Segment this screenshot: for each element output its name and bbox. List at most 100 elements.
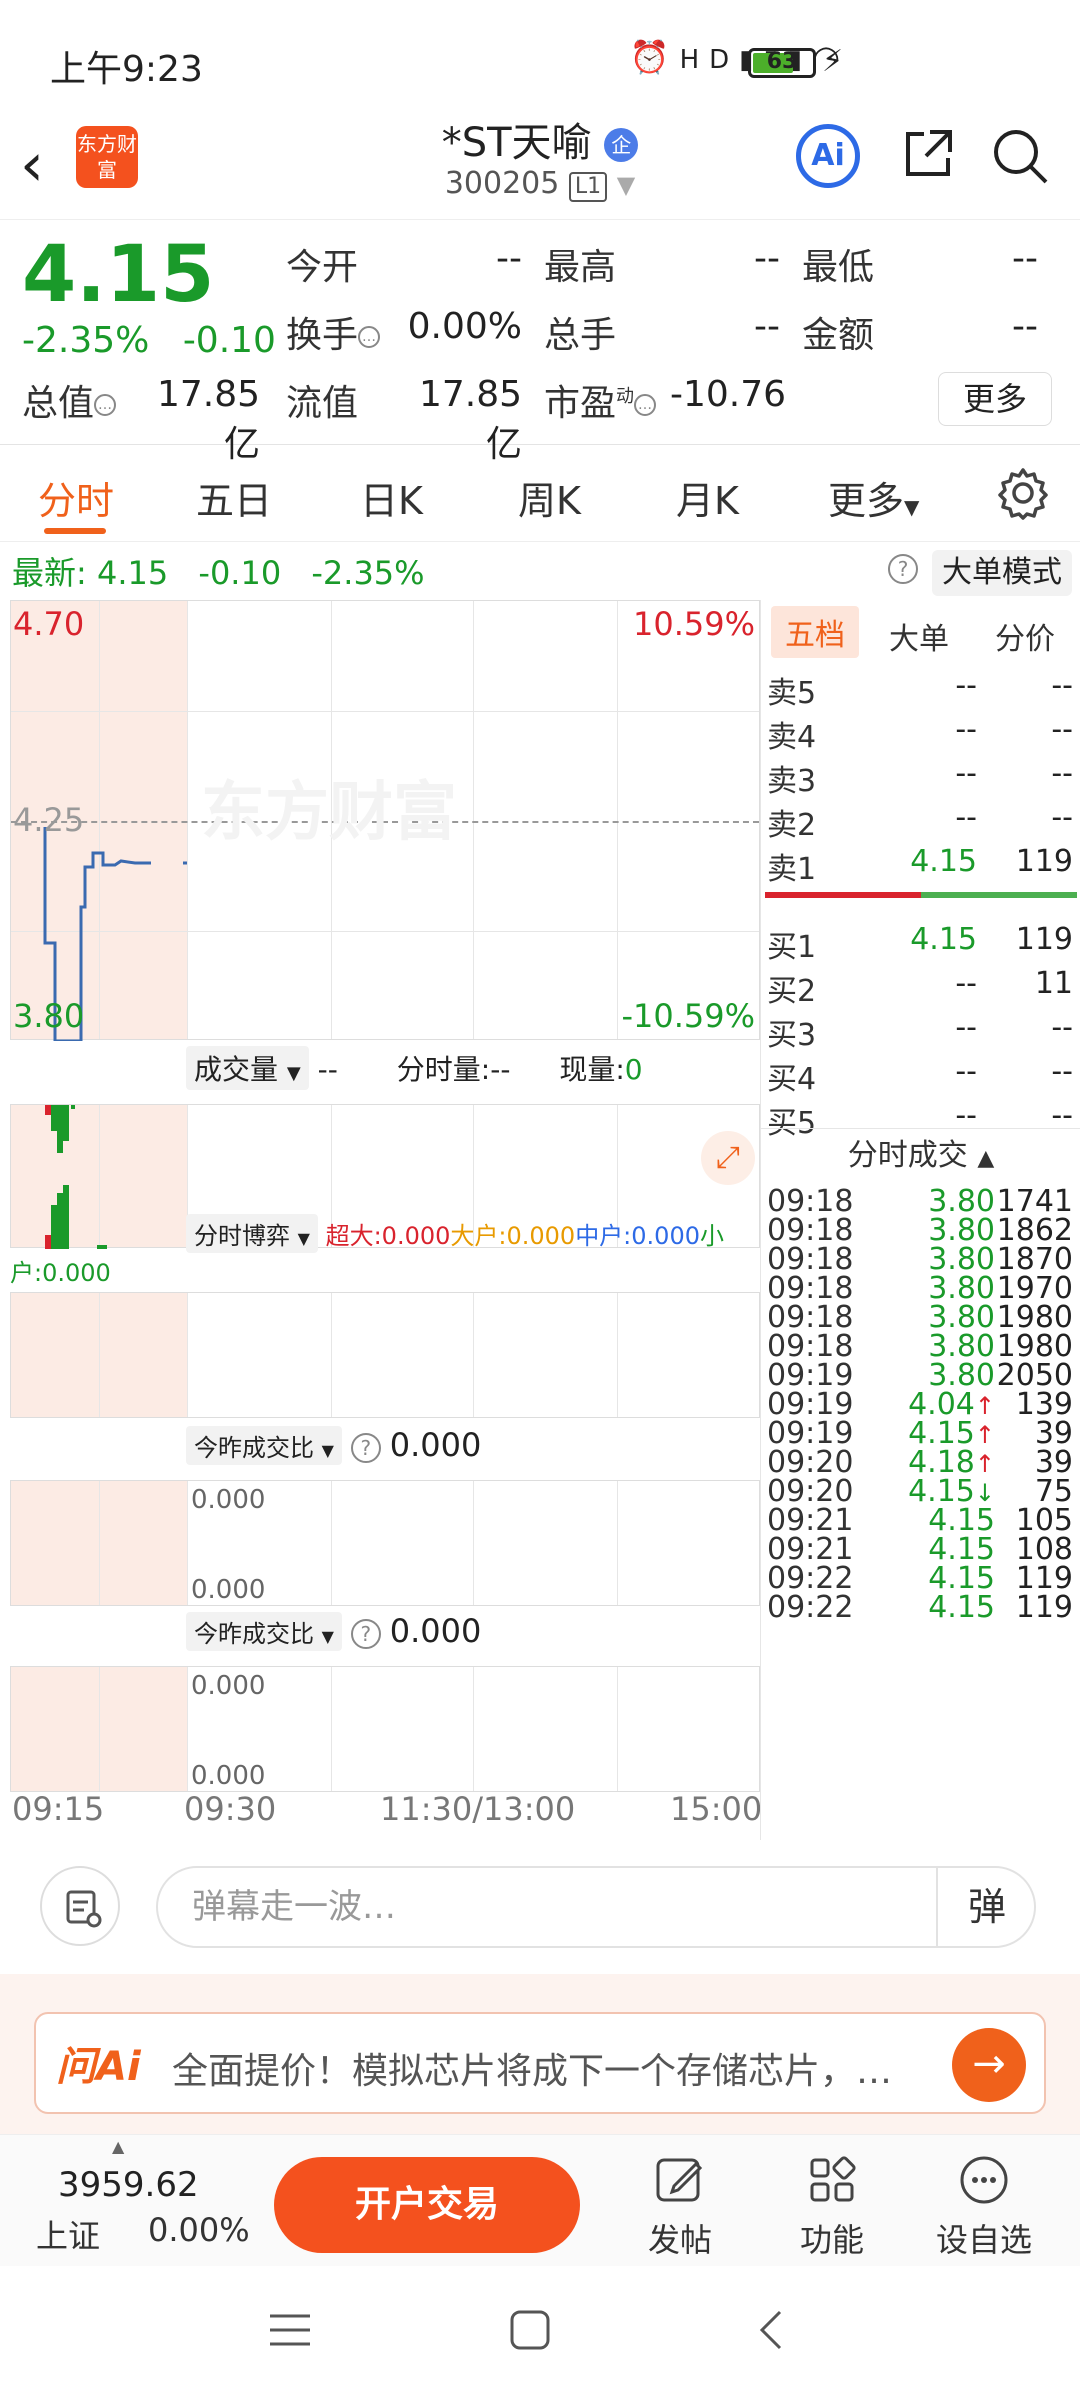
order-book: 五档 大单 分价 卖5 -- -- 卖4 -- -- 卖3 -- -- 卖2 -- -- 卖1 4.15 1… [760, 600, 1080, 1840]
arrow-right-icon[interactable]: → [952, 2028, 1026, 2102]
volume-value: -- [754, 306, 780, 347]
ratio1-panel[interactable]: 0.000 0.000 [10, 1480, 760, 1606]
bid-level-row[interactable]: 买3 -- -- [767, 1010, 1073, 1054]
change-amount: -0.10 [182, 320, 276, 361]
trades-title[interactable]: 分时成交 ▲ [761, 1130, 1080, 1174]
help-icon[interactable]: ? [888, 554, 918, 584]
pct-top-label: 10.59% [632, 605, 755, 643]
trade-row: 09:20 4.18↑ 39 [767, 1445, 1073, 1480]
open-value: -- [496, 238, 522, 279]
notes-icon[interactable] [40, 1866, 120, 1946]
bid-level-row[interactable]: 买1 4.15 119 [767, 922, 1073, 966]
ask-level-row[interactable]: 卖1 4.15 119 [767, 844, 1073, 888]
tab-monthly-k[interactable]: 月K [676, 470, 739, 525]
stock-code: 300205 [444, 166, 560, 201]
info-icon[interactable]: … [358, 326, 381, 348]
intraday-chart-area[interactable]: 东方财富 4.70 4.25 3.80 10.59% -10.59% 成交量 ▼… [10, 600, 760, 1840]
bid-level-label: 买3 [767, 1018, 817, 1053]
more-quote-button[interactable]: 更多 [938, 372, 1052, 426]
game-dropdown[interactable]: 分时博弈 ▼ [186, 1214, 318, 1253]
index-name[interactable]: 上证 [36, 2211, 100, 2257]
float-label: 流值 [286, 383, 359, 424]
price-panel[interactable]: 东方财富 4.70 4.25 3.80 10.59% -10.59% [10, 600, 760, 1041]
index-value[interactable]: 3959.62 [58, 2165, 199, 2205]
open-account-trade-button[interactable]: 开户交易 [274, 2157, 580, 2253]
info-icon[interactable]: … [94, 394, 117, 416]
ratio2-dropdown[interactable]: 今昨成交比 ▼ [186, 1612, 342, 1651]
tab-big-orders[interactable]: 大单 [889, 614, 949, 658]
tab-weekly-k[interactable]: 周K [518, 470, 581, 525]
big-order-mode-button[interactable]: 大单模式 [932, 550, 1072, 596]
info-icon[interactable]: … [634, 394, 657, 416]
chevron-down-icon: ▼ [321, 1627, 334, 1646]
ai-promo-box[interactable]: 问Ai 全面提价！模拟芯片将成下一个存储芯片，… → [34, 2012, 1046, 2114]
ratio1-top-label: 0.000 [191, 1485, 266, 1515]
quote-panel: 4.15 -2.35% -0.10 今开 -- 最高 -- 最低 -- 换手… … [0, 220, 1080, 465]
open-label: 今开 [286, 247, 359, 288]
chevron-down-icon: ▼ [286, 1063, 301, 1084]
stock-title-text: *ST天喻 [441, 120, 592, 166]
share-icon[interactable] [900, 126, 956, 182]
trade-row: 09:18 3.80 1741 [767, 1184, 1073, 1219]
battery-level: 63 [766, 49, 798, 74]
tab-price-distribution[interactable]: 分价 [995, 614, 1055, 658]
ai-promo-text: 全面提价！模拟芯片将成下一个存储芯片，… [172, 2051, 893, 2092]
help-icon[interactable]: ? [350, 1433, 381, 1463]
tab-five-levels[interactable]: 五档 [771, 606, 859, 658]
change-pct: -2.35% [22, 320, 150, 361]
menu-icon[interactable] [268, 2310, 312, 2350]
trade-price: 4.15 [928, 1590, 995, 1625]
trade-row: 09:19 3.80 2050 [767, 1358, 1073, 1393]
turnover-label: 换手… [286, 306, 381, 358]
expand-icon[interactable]: ⤢ [701, 1131, 755, 1185]
system-nav-bar [0, 2266, 1080, 2400]
home-icon[interactable] [508, 2308, 552, 2352]
game-panel[interactable] [10, 1292, 760, 1418]
volume-label: 总手 [544, 315, 617, 356]
charging-icon: ⚡ [822, 44, 844, 79]
ai-button[interactable]: Ai [796, 124, 860, 188]
bid-level-row[interactable]: 买4 -- -- [767, 1054, 1073, 1098]
back-icon[interactable] [756, 2308, 786, 2352]
volume-dropdown[interactable]: 成交量 ▼ [186, 1046, 309, 1090]
tab-intraday[interactable]: 分时 [38, 470, 114, 525]
tab-more[interactable]: 更多▼ [828, 470, 919, 525]
danmu-toggle-button[interactable]: 弹 [936, 1866, 1036, 1948]
ask-level-row[interactable]: 卖4 -- -- [767, 712, 1073, 756]
ask-level-row[interactable]: 卖5 -- -- [767, 668, 1073, 712]
ratio1-dropdown[interactable]: 今昨成交比 ▼ [186, 1426, 342, 1465]
tab-five-day[interactable]: 五日 [196, 470, 272, 525]
ask-level-label: 卖1 [767, 852, 817, 887]
bid-level-price: -- [955, 1054, 977, 1089]
volume-value: -- [317, 1053, 338, 1086]
ask-level-price: -- [955, 668, 977, 703]
ask-level-row[interactable]: 卖2 -- -- [767, 800, 1073, 844]
nav-post[interactable]: 发帖 [620, 2145, 740, 2261]
volume-indicator-row: 成交量 ▼ -- 分时量:-- 现量:0 [10, 1046, 760, 1090]
mktcap-label: 总值… [22, 374, 117, 426]
price-change: -2.35% -0.10 [22, 320, 276, 361]
ask-level-price: -- [955, 712, 977, 747]
low-value: -- [1012, 238, 1038, 279]
super-large-value: 超大:0.000 [325, 1222, 451, 1250]
index-change[interactable]: 0.00% [148, 2211, 250, 2249]
tab-daily-k[interactable]: 日K [360, 470, 423, 525]
bid-level-row[interactable]: 买2 -- 11 [767, 966, 1073, 1010]
x-label-0930: 09:30 [184, 1790, 277, 1828]
ask-level-row[interactable]: 卖3 -- -- [767, 756, 1073, 800]
nav-functions[interactable]: 功能 [772, 2145, 892, 2261]
ask-level-label: 卖4 [767, 720, 817, 755]
bid-level-label: 买4 [767, 1062, 817, 1097]
danmu-input[interactable]: 弹幕走一波… [156, 1866, 1036, 1948]
bid-level-price: -- [955, 966, 977, 1001]
search-icon[interactable] [990, 126, 1050, 186]
help-icon[interactable]: ? [350, 1619, 381, 1649]
level-badge: L1 [568, 172, 608, 202]
y-mid-label: 4.25 [13, 801, 85, 839]
pe-label: 市盈动… [544, 374, 657, 426]
ask-level-volume: -- [1051, 800, 1073, 835]
ratio2-panel[interactable]: 0.000 0.000 [10, 1666, 760, 1792]
gear-icon[interactable] [996, 466, 1050, 520]
nav-add-watchlist[interactable]: 设自选 [924, 2145, 1044, 2261]
chevron-up-icon[interactable]: ▲ [112, 2137, 124, 2156]
